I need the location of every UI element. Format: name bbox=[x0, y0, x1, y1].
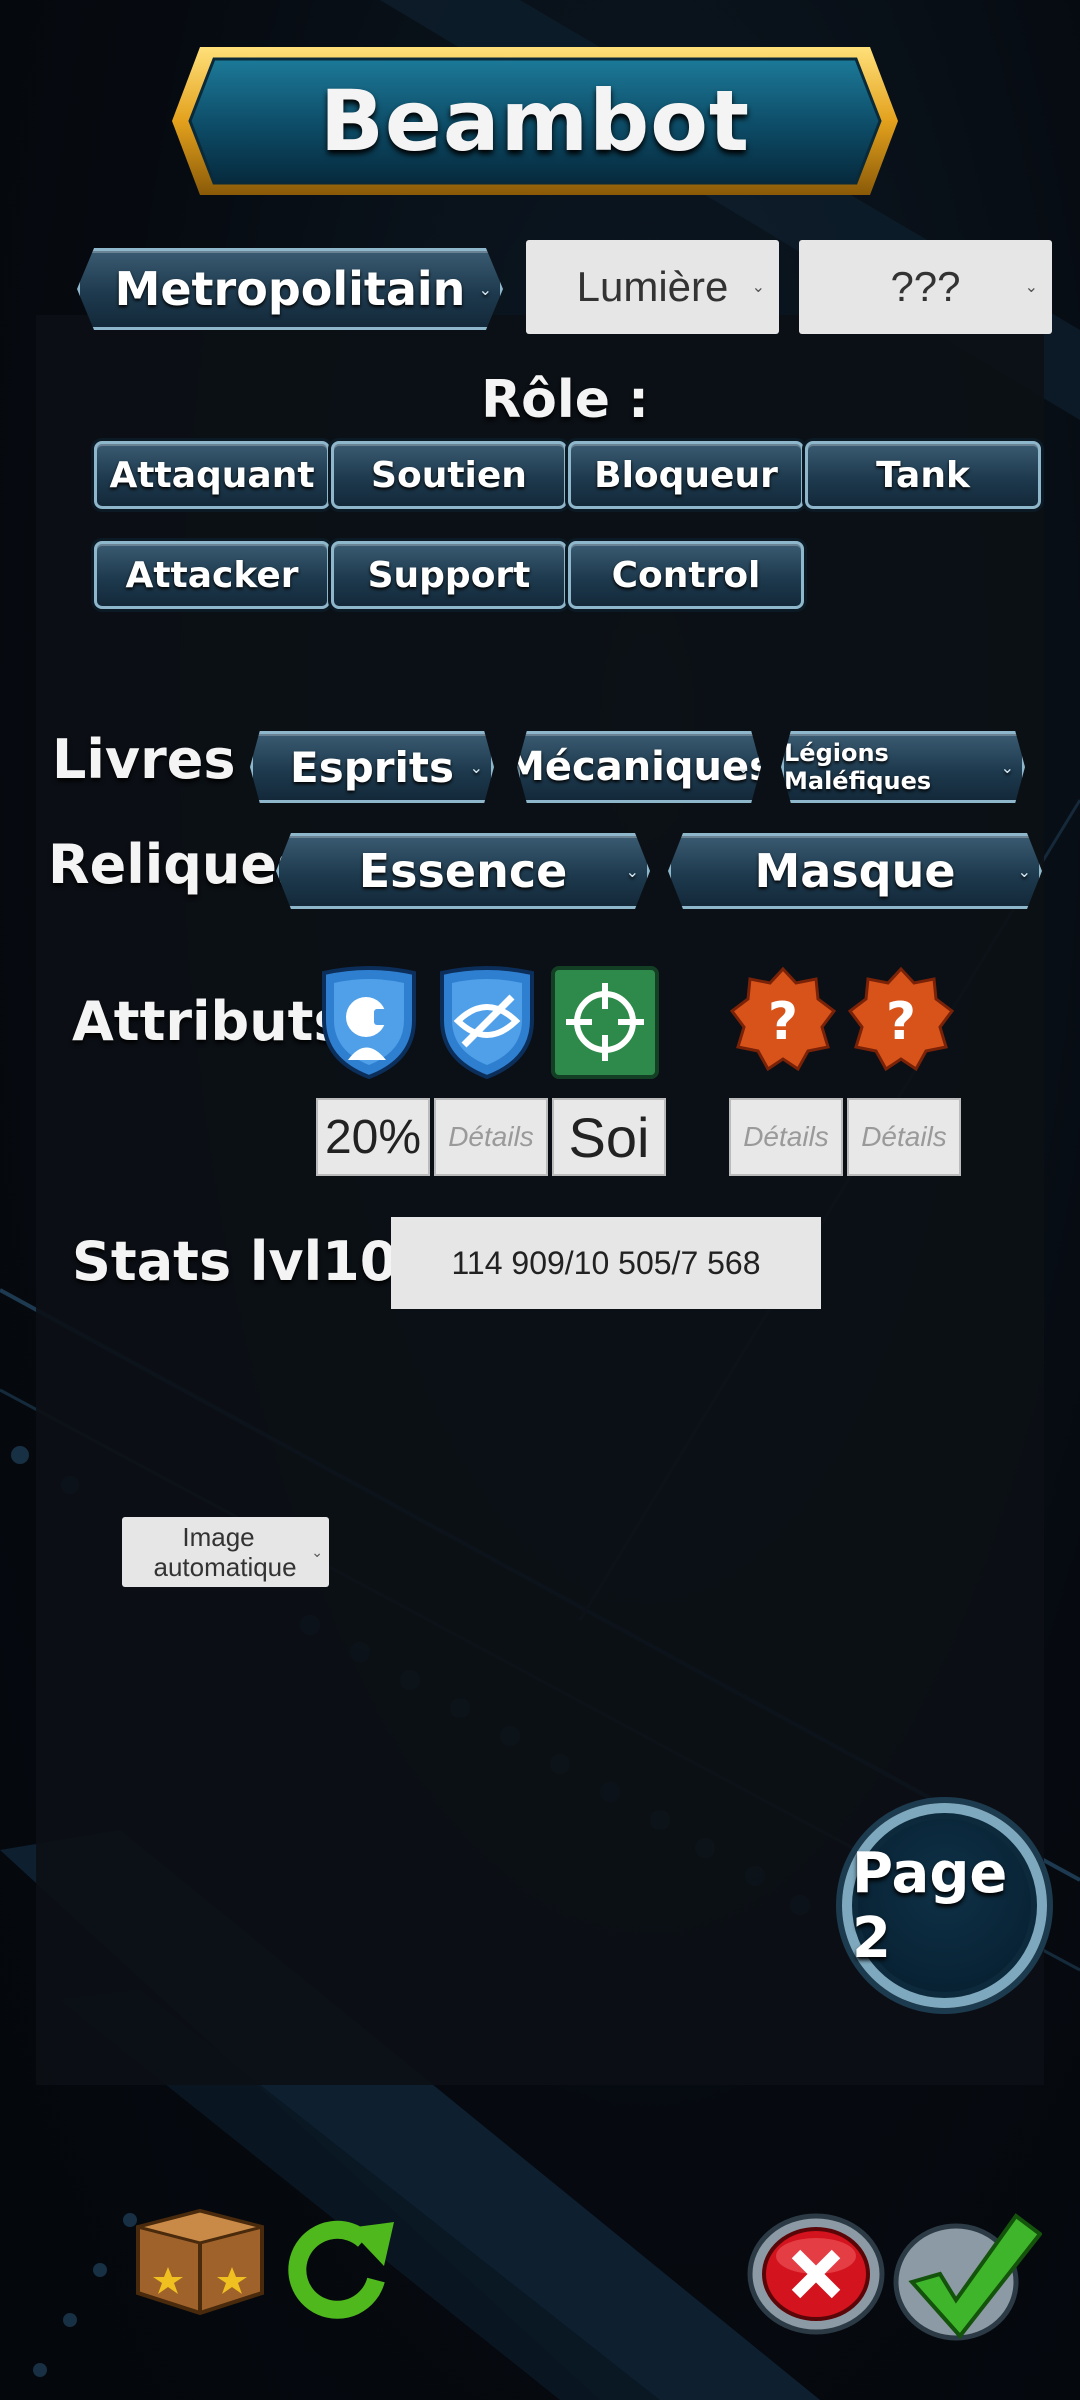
role-button-label: Attaquant bbox=[109, 454, 315, 496]
cancel-button[interactable] bbox=[746, 2212, 886, 2336]
chest-icon[interactable] bbox=[130, 2205, 268, 2316]
relic-dropdown-masque[interactable]: Masque ⌄ bbox=[668, 833, 1042, 909]
book-dropdown-legions-malefiques[interactable]: Légions Maléfiques ⌄ bbox=[781, 731, 1025, 803]
relic-dropdown-essence[interactable]: Essence ⌄ bbox=[276, 833, 650, 909]
knight-shield-icon[interactable] bbox=[314, 965, 424, 1080]
page-2-label: Page 2 bbox=[852, 1840, 1008, 1971]
attribute-value-box[interactable]: Détails bbox=[847, 1098, 961, 1176]
element-select-value: Lumière bbox=[576, 263, 729, 310]
role-button-attaquant[interactable]: Attaquant bbox=[94, 441, 330, 509]
rarity-select-value: ??? bbox=[890, 263, 961, 310]
attribute-value-box[interactable]: Détails bbox=[434, 1098, 548, 1176]
page-title: Beambot bbox=[319, 72, 751, 170]
chevron-down-icon: ⌄ bbox=[625, 861, 639, 881]
svg-text:?: ? bbox=[768, 992, 798, 1052]
faction-label: Metropolitain bbox=[114, 262, 466, 316]
book-label: Mécaniques bbox=[505, 744, 773, 790]
role-button-label: Soutien bbox=[371, 454, 527, 496]
role-button-soutien[interactable]: Soutien bbox=[331, 441, 567, 509]
book-dropdown-esprits[interactable]: Esprits ⌄ bbox=[250, 731, 494, 803]
chevron-down-icon: ⌄ bbox=[469, 757, 483, 777]
role-button-label: Attacker bbox=[125, 554, 299, 596]
attribute-value: Détails bbox=[861, 1121, 947, 1152]
role-button-label: Support bbox=[367, 554, 531, 596]
image-mode-value: Image automatique bbox=[153, 1522, 297, 1582]
chevron-down-icon: ⌄ bbox=[478, 279, 492, 299]
chevron-down-icon: ⌄ bbox=[751, 279, 765, 296]
chevron-down-icon: ⌄ bbox=[1017, 861, 1031, 881]
role-button-bloqueur[interactable]: Bloqueur bbox=[568, 441, 804, 509]
role-button-control[interactable]: Control bbox=[568, 541, 804, 609]
attribute-value-box[interactable]: Soi bbox=[552, 1098, 666, 1176]
attribute-value: Détails bbox=[448, 1121, 534, 1152]
attribute-value: 20% bbox=[324, 1110, 422, 1164]
stats-value: 114 909/10 505/7 568 bbox=[451, 1244, 761, 1281]
book-dropdown-mecaniques[interactable]: Mécaniques ⌄ bbox=[517, 731, 761, 803]
role-button-label: Control bbox=[611, 554, 761, 596]
unknown-badge-icon[interactable]: ? bbox=[728, 965, 838, 1075]
chevron-down-icon: ⌄ bbox=[1024, 279, 1038, 296]
image-mode-select[interactable]: Image automatique ⌄ bbox=[122, 1517, 329, 1587]
faction-dropdown[interactable]: Metropolitain ⌄ bbox=[77, 248, 503, 330]
role-button-attacker[interactable]: Attacker bbox=[94, 541, 330, 609]
page-2-button[interactable]: Page 2 bbox=[842, 1803, 1047, 2008]
chevron-down-icon: ⌄ bbox=[311, 1544, 323, 1560]
unknown-badge-icon[interactable]: ? bbox=[846, 965, 956, 1075]
crosshair-icon[interactable] bbox=[550, 965, 660, 1080]
element-select[interactable]: Lumière ⌄ bbox=[526, 240, 779, 334]
invisible-shield-icon[interactable] bbox=[432, 965, 542, 1080]
books-label: Livres : bbox=[52, 728, 276, 791]
attribute-value: Soi bbox=[568, 1105, 650, 1169]
book-label: Esprits bbox=[290, 742, 454, 792]
title-banner: Beambot bbox=[170, 45, 900, 197]
attribute-value: Détails bbox=[743, 1121, 829, 1152]
relic-label: Essence bbox=[358, 844, 568, 898]
relic-label: Masque bbox=[754, 844, 956, 898]
role-button-label: Bloqueur bbox=[594, 454, 778, 496]
chevron-down-icon: ⌄ bbox=[1000, 757, 1014, 777]
refresh-icon[interactable] bbox=[284, 2210, 396, 2322]
role-label: Rôle : bbox=[481, 370, 649, 430]
confirm-button[interactable] bbox=[892, 2212, 1043, 2342]
svg-text:?: ? bbox=[886, 992, 916, 1052]
attribute-value-box[interactable]: 20% bbox=[316, 1098, 430, 1176]
role-button-tank[interactable]: Tank bbox=[805, 441, 1041, 509]
stats-input[interactable]: 114 909/10 505/7 568 bbox=[391, 1217, 821, 1309]
role-button-support[interactable]: Support bbox=[331, 541, 567, 609]
chevron-down-icon: ⌄ bbox=[736, 757, 750, 777]
book-label: Légions Maléfiques bbox=[784, 739, 932, 795]
attribute-value-box[interactable]: Détails bbox=[729, 1098, 843, 1176]
role-button-label: Tank bbox=[876, 454, 970, 496]
rarity-select[interactable]: ??? ⌄ bbox=[799, 240, 1052, 334]
